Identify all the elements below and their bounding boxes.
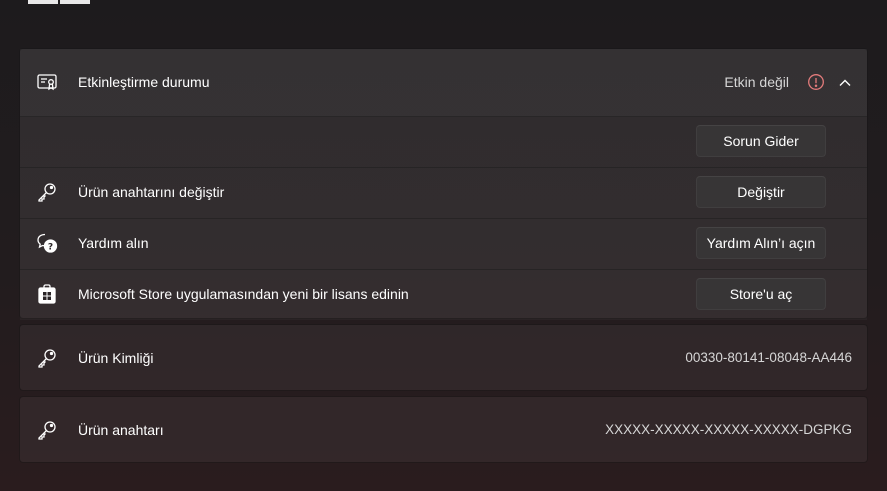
key-icon [36, 181, 58, 203]
activation-state-expander: Etkinleştirme durumu Etkin değil Sorun G… [19, 48, 868, 319]
microsoft-store-license-row: Microsoft Store uygulamasından yeni bir … [20, 269, 867, 320]
remnant-block-left [28, 0, 58, 4]
product-id-card: Ürün Kimliği 00330-80141-08048-AA446 [19, 324, 868, 391]
collapse-chevron-up-icon[interactable] [835, 73, 855, 93]
microsoft-store-license-label: Microsoft Store uygulamasından yeni bir … [78, 286, 409, 302]
certificate-icon [36, 71, 58, 93]
store-icon [36, 283, 58, 305]
key-icon [36, 419, 58, 441]
activation-state-title: Etkinleştirme durumu [78, 74, 210, 90]
change-product-key-row: Ürün anahtarını değiştir Değiştir [20, 167, 867, 219]
activation-status-text: Etkin değil [724, 74, 789, 90]
help-chat-icon: ? [36, 232, 58, 254]
product-key-card: Ürün anahtarı XXXXX-XXXXX-XXXXX-XXXXX-DG… [19, 396, 868, 463]
get-help-label: Yardım alın [78, 235, 149, 251]
key-icon [36, 347, 58, 369]
product-key-value: XXXXX-XXXXX-XXXXX-XXXXX-DGPKG [605, 422, 852, 437]
window-controls-remnant [28, 0, 90, 4]
product-id-label: Ürün Kimliği [78, 350, 154, 366]
svg-text:?: ? [48, 242, 53, 252]
troubleshoot-button[interactable]: Sorun Gider [696, 125, 826, 157]
error-info-icon [807, 73, 825, 91]
product-id-value: 00330-80141-08048-AA446 [685, 350, 852, 365]
troubleshoot-row: Sorun Gider [20, 116, 867, 168]
activation-state-header[interactable]: Etkinleştirme durumu Etkin değil [20, 49, 867, 117]
remnant-block-right [60, 0, 90, 4]
change-product-key-label: Ürün anahtarını değiştir [78, 184, 225, 200]
open-store-button[interactable]: Store'u aç [696, 278, 826, 310]
product-key-label: Ürün anahtarı [78, 422, 164, 438]
open-get-help-button[interactable]: Yardım Alın’ı açın [696, 227, 826, 259]
get-help-row: ? Yardım alın Yardım Alın’ı açın [20, 218, 867, 270]
change-button[interactable]: Değiştir [696, 176, 826, 208]
